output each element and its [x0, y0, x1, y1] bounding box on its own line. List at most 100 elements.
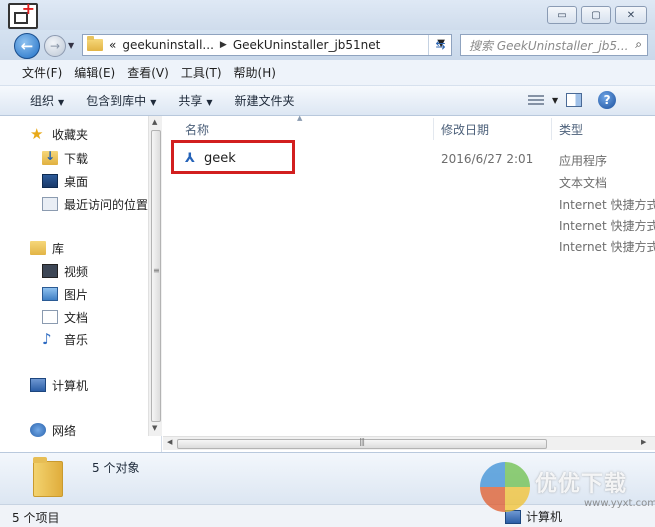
column-header-modified[interactable]: 修改日期 [441, 121, 489, 138]
menu-edit[interactable]: 编辑(E) [74, 64, 115, 81]
nav-pictures[interactable]: 图片 [42, 284, 88, 304]
menu-file[interactable]: 文件(F) [22, 64, 62, 81]
address-bar[interactable]: « geekuninstall... ▶ GeekUninstaller_jb5… [82, 34, 452, 56]
computer-icon [30, 378, 46, 392]
help-icon[interactable]: ? [598, 91, 617, 109]
nav-network-label: 网络 [52, 423, 77, 438]
nav-desktop[interactable]: 桌面 [42, 171, 88, 191]
forward-button[interactable]: → [44, 35, 66, 57]
folder-icon [87, 36, 103, 51]
nav-libraries[interactable]: 库 [30, 238, 64, 258]
maximize-button[interactable]: ▢ [581, 6, 611, 24]
breadcrumb-item-current[interactable]: GeekUninstaller_jb51net [233, 38, 381, 52]
scroll-right-icon[interactable]: ▶ [641, 438, 646, 446]
breadcrumb-overflow[interactable]: « [109, 38, 116, 52]
file-type: 应用程序 [559, 154, 608, 168]
nav-favorites[interactable]: ★ 收藏夹 [30, 124, 88, 144]
nav-documents[interactable]: 文档 [42, 307, 88, 327]
menu-bar: 文件(F) 编辑(E) 查看(V) 工具(T) 帮助(H) [0, 60, 655, 86]
scroll-up-icon[interactable]: ▲ [152, 118, 157, 126]
highlight-box [171, 140, 295, 174]
column-header-type[interactable]: 类型 [559, 121, 583, 138]
close-button[interactable]: ✕ [615, 6, 647, 24]
item-count: 5 个项目 [12, 511, 60, 525]
sort-up-icon: ▲ [297, 114, 303, 122]
status-bar: 5 个项目 计算机 [0, 504, 655, 527]
file-type: 文本文档 [559, 176, 608, 190]
file-list: ▲ 名称 修改日期 类型 ⅄ geek 2016/6/27 2:01 应用程序 … [163, 114, 655, 436]
video-library-icon [42, 264, 58, 278]
recent-pages-dropdown[interactable]: ▼ [68, 41, 74, 50]
menu-view[interactable]: 查看(V) [127, 64, 169, 81]
desktop-icon [42, 174, 58, 188]
nav-downloads[interactable]: 下载 [42, 148, 88, 168]
nav-desktop-label: 桌面 [64, 174, 89, 189]
scrollbar-thumb[interactable] [151, 130, 161, 422]
nav-music[interactable]: ♪ 音乐 [42, 329, 88, 349]
status-location: 计算机 [505, 508, 562, 525]
file-row[interactable]: Internet 快捷方式 [163, 192, 655, 213]
scroll-left-icon[interactable]: ◀ [167, 438, 172, 446]
document-library-icon [42, 310, 58, 324]
star-icon: ★ [30, 125, 44, 143]
file-modified: 2016/6/27 2:01 [441, 152, 534, 166]
back-button[interactable]: ← [14, 33, 40, 59]
music-note-icon: ♪ [42, 330, 52, 348]
file-row[interactable]: Internet 快捷方式 [163, 213, 655, 234]
command-bar: 组织 ▼ 包含到库中 ▼ 共享 ▼ 新建文件夹 ▼ ? [0, 86, 655, 116]
nav-computer-label: 计算机 [52, 378, 89, 393]
share-button[interactable]: 共享 ▼ [178, 92, 212, 109]
new-folder-button[interactable]: 新建文件夹 [235, 92, 295, 109]
column-divider[interactable] [551, 118, 552, 140]
window-controls: ▭ ▢ ✕ [547, 6, 647, 24]
refresh-button[interactable]: ⇆ [428, 35, 452, 55]
app-logo-icon: + [8, 1, 38, 29]
nav-pictures-label: 图片 [64, 287, 89, 302]
file-row[interactable]: Internet 快捷方式 [163, 234, 655, 255]
nav-network[interactable]: 网络 [30, 420, 76, 440]
breadcrumb-item-geekuninstall[interactable]: geekuninstall... [122, 38, 214, 52]
object-count: 5 个对象 [92, 461, 140, 475]
search-input[interactable]: 搜索 GeekUninstaller_jb5... [469, 37, 627, 54]
title-bar: + ▭ ▢ ✕ [0, 0, 655, 30]
nav-favorites-label: 收藏夹 [52, 127, 89, 142]
chevron-down-icon: ▼ [58, 98, 65, 107]
file-type: Internet 快捷方式 [559, 198, 655, 212]
share-label: 共享 [178, 94, 203, 108]
breadcrumb-separator-icon[interactable]: ▶ [220, 40, 227, 50]
nav-music-label: 音乐 [64, 332, 89, 347]
include-library-label: 包含到库中 [86, 94, 147, 108]
scrollbar-grip-icon: ≡ [153, 266, 160, 275]
minimize-button[interactable]: ▭ [547, 6, 577, 24]
folder-icon [33, 457, 63, 497]
include-in-library-button[interactable]: 包含到库中 ▼ [86, 92, 156, 109]
chevron-down-icon: ▼ [206, 98, 213, 107]
menu-help[interactable]: 帮助(H) [234, 64, 276, 81]
organize-button[interactable]: 组织 ▼ [30, 92, 64, 109]
preview-pane-icon[interactable] [566, 93, 583, 107]
menu-tools[interactable]: 工具(T) [181, 64, 222, 81]
scroll-down-icon[interactable]: ▼ [152, 424, 157, 432]
column-divider[interactable] [433, 118, 434, 140]
column-header-name[interactable]: 名称 [185, 121, 209, 138]
computer-icon [505, 509, 521, 524]
file-type: Internet 快捷方式 [559, 240, 655, 254]
nav-videos-label: 视频 [64, 264, 89, 279]
nav-documents-label: 文档 [64, 310, 89, 325]
navigation-scrollbar[interactable]: ▲ ≡ ▼ [148, 116, 162, 436]
navigation-pane: ★ 收藏夹 下载 桌面 最近访问的位置 库 视频 图片 文档 ♪ 音乐 计算机 … [0, 116, 162, 452]
nav-recent-places[interactable]: 最近访问的位置 [42, 194, 148, 214]
change-view-icon[interactable] [528, 93, 544, 107]
search-box[interactable]: 搜索 GeekUninstaller_jb5... ⌕ [460, 34, 648, 56]
view-options-dropdown-icon[interactable]: ▼ [552, 96, 558, 105]
nav-videos[interactable]: 视频 [42, 261, 88, 281]
details-pane: 5 个对象 [0, 452, 655, 504]
file-list-horizontal-scrollbar[interactable]: ◀ ||| ▶ [163, 436, 655, 450]
status-location-label: 计算机 [526, 510, 563, 524]
nav-libraries-label: 库 [52, 241, 65, 256]
nav-recent-label: 最近访问的位置 [64, 197, 149, 212]
nav-computer[interactable]: 计算机 [30, 375, 88, 395]
file-type: Internet 快捷方式 [559, 219, 655, 233]
search-icon[interactable]: ⌕ [635, 37, 642, 52]
scrollbar-grip-icon: ||| [359, 437, 365, 446]
